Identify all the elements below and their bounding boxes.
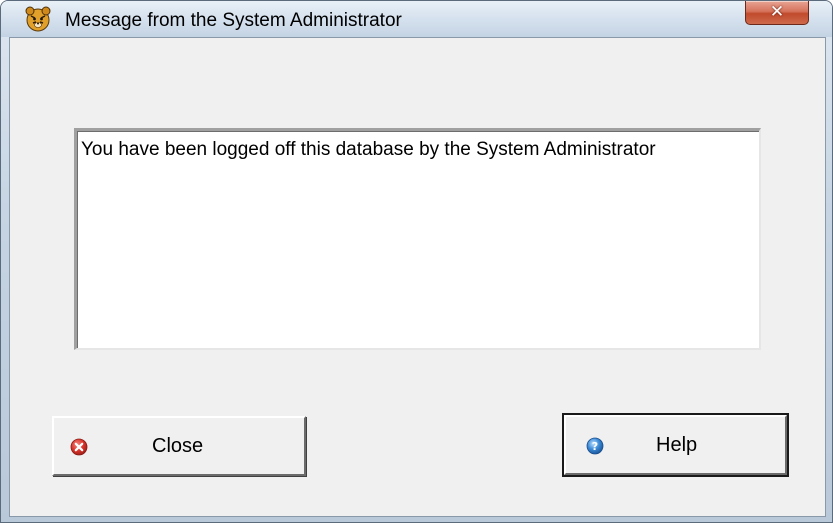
svg-text:?: ?	[592, 440, 598, 453]
close-button[interactable]: Close	[52, 416, 306, 476]
error-circle-icon	[70, 438, 88, 456]
dialog-window: Message from the System Administrator ✕ …	[0, 0, 833, 523]
window-close-button[interactable]: ✕	[745, 1, 809, 25]
dialog-body: You have been logged off this database b…	[9, 37, 826, 517]
message-text: You have been logged off this database b…	[81, 139, 656, 160]
window-title: Message from the System Administrator	[65, 10, 402, 31]
tiger-icon	[25, 6, 51, 32]
question-circle-icon: ?	[586, 437, 604, 455]
close-button-label: Close	[152, 435, 204, 457]
help-button[interactable]: ? Help	[562, 413, 789, 477]
message-textbox[interactable]: You have been logged off this database b…	[74, 128, 761, 350]
help-button-label: Help	[656, 434, 698, 456]
title-bar[interactable]: Message from the System Administrator ✕	[1, 1, 832, 37]
close-icon: ✕	[769, 2, 785, 22]
